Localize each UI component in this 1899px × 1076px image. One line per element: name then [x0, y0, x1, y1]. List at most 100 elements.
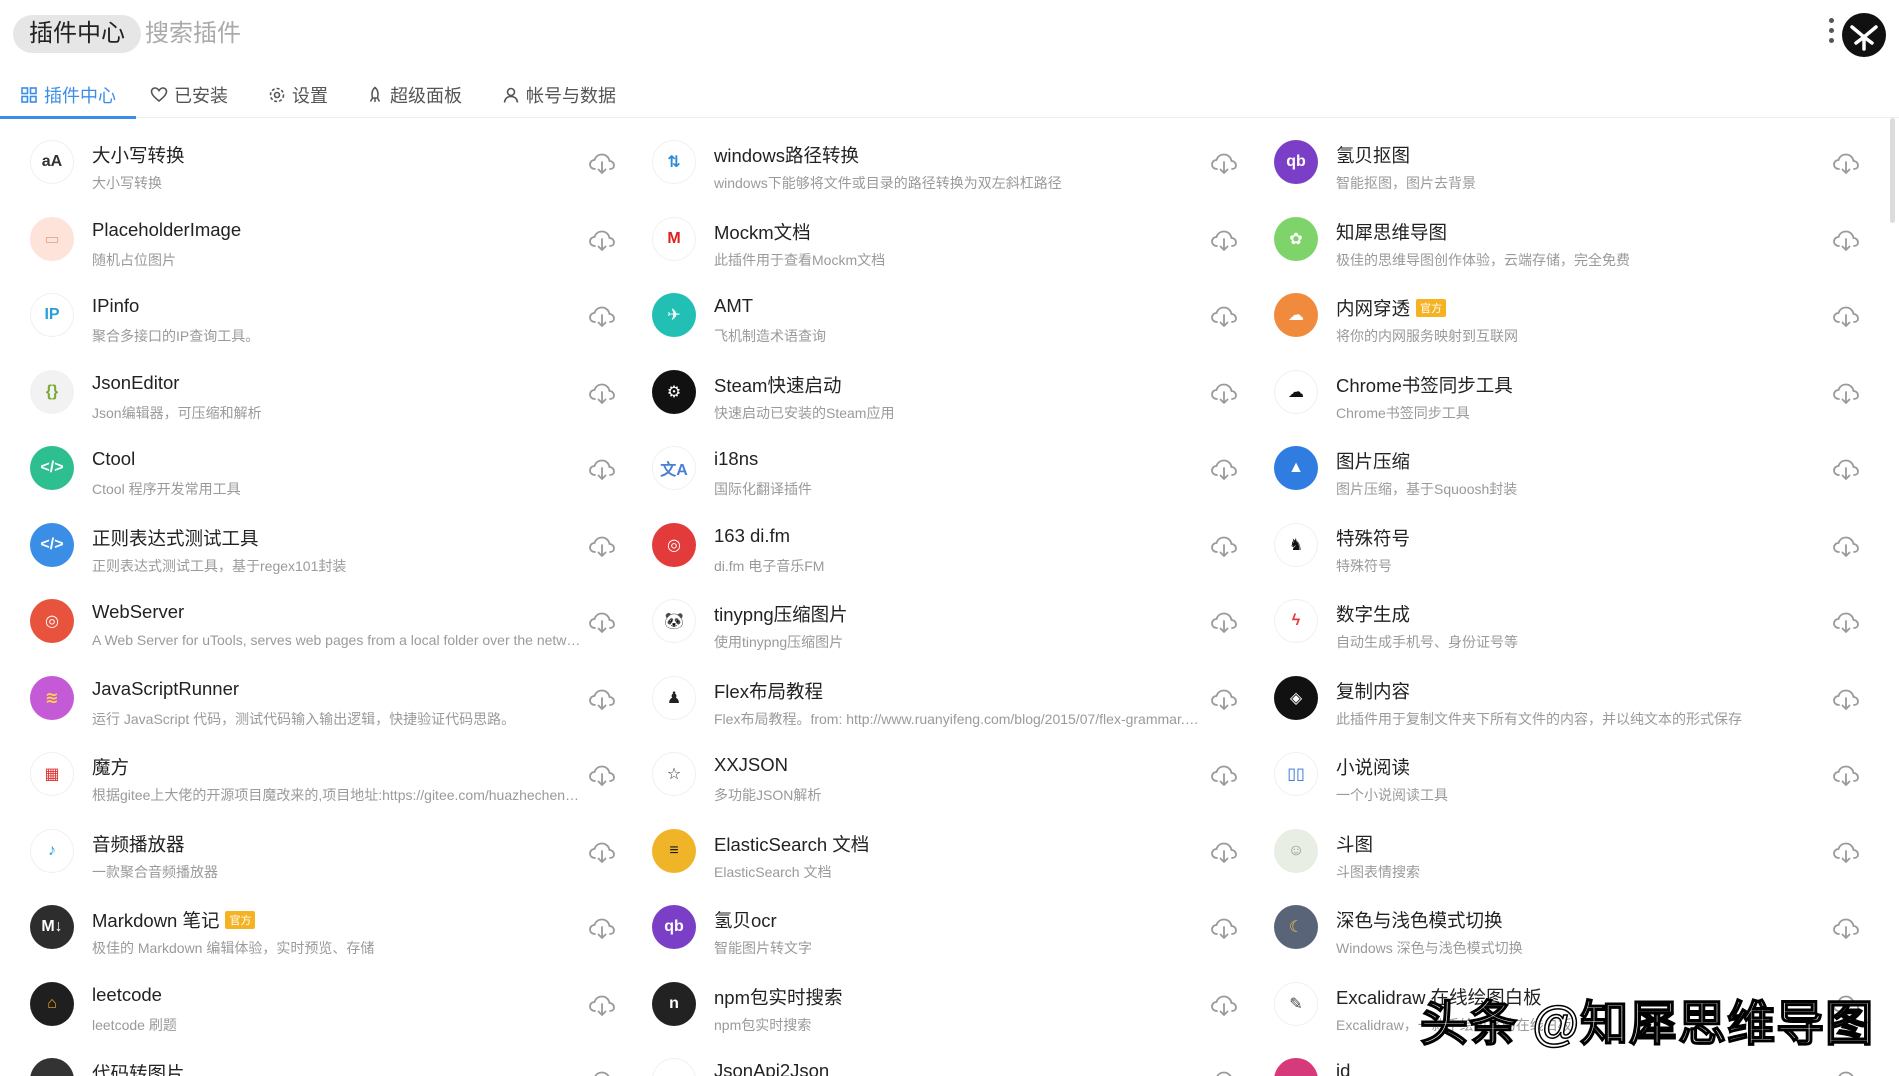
plugin-description: 使用tinypng压缩图片: [714, 634, 844, 650]
plugin-item[interactable]: </> 正则表达式测试工具 正则表达式测试工具，基于regex101封装: [2, 513, 622, 590]
plugin-description: 一款聚合音频播放器: [92, 863, 218, 880]
cloud-download-icon[interactable]: [1832, 305, 1860, 329]
plugin-description: 此插件用于复制文件夹下所有文件的内容，并以纯文本的形式保存: [1336, 710, 1742, 727]
plugin-item[interactable]: ▭ PlaceholderImage 随机占位图片: [2, 207, 622, 284]
plugin-title-text: AMT: [714, 295, 754, 316]
plugin-item[interactable]: ◎ WebServer A Web Server for uTools, serve…: [2, 589, 622, 666]
plugin-item[interactable]: qb 氢贝ocr 智能图片转文字: [624, 895, 1244, 972]
cloud-download-icon[interactable]: [1210, 382, 1238, 406]
plugin-icon: ✎: [1274, 981, 1318, 1026]
plugin-description: 极佳的思维导图创作体验，云端存储，完全免费: [1336, 251, 1630, 268]
plugin-item[interactable]: 文A i18ns 国际化翻译插件: [624, 436, 1244, 513]
cloud-download-icon[interactable]: [588, 917, 616, 941]
plugin-item[interactable]: M Mockm文档 此插件用于查看Mockm文档: [624, 207, 1244, 284]
cloud-download-icon[interactable]: [1210, 458, 1238, 482]
tab-plugin-center[interactable]: 插件中心: [0, 72, 136, 119]
plugin-item[interactable]: ☁ 内网穿透 官方 将你的内网服务映射到互联网: [1246, 283, 1866, 360]
plugin-item[interactable]: ✿ 知犀思维导图 极佳的思维导图创作体验，云端存储，完全免费: [1246, 207, 1866, 284]
cloud-download-icon[interactable]: [588, 994, 616, 1018]
cloud-download-icon[interactable]: [588, 382, 616, 406]
cloud-download-icon[interactable]: [1832, 229, 1860, 253]
plugin-item[interactable]: ♟ Flex布局教程 Flex布局教程。from: http://www.ruany…: [624, 666, 1244, 743]
plugin-item[interactable]: ϟ 数字生成 自动生成手机号、身份证号等: [1246, 589, 1866, 666]
plugin-item[interactable]: ≡ ElasticSearch 文档 ElasticSearch 文档: [624, 819, 1244, 896]
cloud-download-icon[interactable]: [588, 764, 616, 788]
cloud-download-icon[interactable]: [1832, 152, 1860, 176]
plugin-title-text: PlaceholderImage: [92, 218, 242, 240]
cloud-download-icon[interactable]: [588, 611, 616, 635]
cloud-download-icon[interactable]: [1832, 917, 1860, 941]
plugin-item[interactable]: ▲ 图片压缩 图片压缩，基于Squoosh封装: [1246, 436, 1866, 513]
plugin-item[interactable]: IP IPinfo 聚合多接口的IP查询工具。: [2, 283, 622, 360]
plugin-item[interactable]: 🐼 tinypng压缩图片 使用tinypng压缩图片: [624, 589, 1244, 666]
plugin-description: ElasticSearch 文档: [714, 863, 832, 880]
cloud-download-icon[interactable]: [1210, 688, 1238, 712]
cloud-download-icon[interactable]: [1832, 764, 1860, 788]
plugin-center-pill[interactable]: 插件中心: [13, 15, 141, 53]
plugin-item[interactable]: JsonApi2Json: [624, 1048, 1244, 1076]
cloud-download-icon[interactable]: [1210, 152, 1238, 176]
cloud-download-icon[interactable]: [588, 535, 616, 559]
plugin-item[interactable]: M↓ Markdown 笔记 官方 极佳的 Markdown 编辑体验，实时预览、存储: [2, 895, 622, 972]
scrollbar[interactable]: [1890, 118, 1895, 223]
plugin-item[interactable]: ♞ 特殊符号 特殊符号: [1246, 513, 1866, 590]
cloud-download-icon[interactable]: [1210, 917, 1238, 941]
plugin-item[interactable]: ◎ 163 di.fm di.fm 电子音乐FM: [624, 513, 1244, 590]
tab-settings[interactable]: 设置: [268, 72, 328, 118]
plugin-title: 氢贝抠图: [1336, 142, 1410, 168]
cloud-download-icon[interactable]: [1832, 688, 1860, 712]
official-badge: 官方: [225, 911, 256, 929]
plugin-item[interactable]: ⇅ windows路径转换 windows下能够将文件或目录的路径转换为双左斜杠路径: [624, 130, 1244, 207]
cloud-download-icon[interactable]: [1210, 305, 1238, 329]
cloud-download-icon[interactable]: [1832, 458, 1860, 482]
plugin-item[interactable]: ☾ 深色与浅色模式切换 Windows 深色与浅色模式切换: [1246, 895, 1866, 972]
plugin-item[interactable]: n npm包实时搜索 npm包实时搜索: [624, 972, 1244, 1049]
cloud-download-icon[interactable]: [588, 1070, 616, 1076]
plugin-item[interactable]: aA 大小写转换 大小写转换: [2, 130, 622, 207]
plugin-description: Ctool 程序开发常用工具: [92, 481, 241, 497]
cloud-download-icon[interactable]: [588, 152, 616, 176]
cloud-download-icon[interactable]: [1832, 382, 1860, 406]
plugin-item[interactable]: ⌂ leetcode leetcode 刷题: [2, 972, 622, 1049]
plugin-item[interactable]: ♪ 音频播放器 一款聚合音频播放器: [2, 819, 622, 896]
cloud-download-icon[interactable]: [588, 458, 616, 482]
plugin-item[interactable]: ⚙ Steam快速启动 快速启动已安装的Steam应用: [624, 360, 1244, 437]
cloud-download-icon[interactable]: [1832, 1070, 1860, 1076]
plugin-item[interactable]: ☺ 斗图 斗图表情搜索: [1246, 819, 1866, 896]
cloud-download-icon[interactable]: [1210, 841, 1238, 865]
plugin-title: JsonApi2Json: [714, 1060, 829, 1076]
cloud-download-icon[interactable]: [1210, 535, 1238, 559]
more-menu-icon[interactable]: [1826, 18, 1836, 50]
cloud-download-icon[interactable]: [1832, 611, 1860, 635]
cloud-download-icon[interactable]: [1210, 611, 1238, 635]
plugin-item[interactable]: ▦ 魔方 根据gitee上大佬的开源项目魔改来的,项目地址:https://gite…: [2, 742, 622, 819]
plugin-item[interactable]: ✈ AMT 飞机制造术语查询: [624, 283, 1244, 360]
plugin-item[interactable]: qb 氢贝抠图 智能抠图，图片去背景: [1246, 130, 1866, 207]
tab-installed[interactable]: 已安装: [150, 72, 228, 118]
search-input[interactable]: [145, 15, 1645, 53]
utools-logo-icon[interactable]: [1842, 13, 1886, 57]
tab-super-panel[interactable]: 超级面板: [366, 72, 462, 118]
plugin-item[interactable]: ≋ JavaScriptRunner 运行 JavaScript 代码，测试代码输入…: [2, 666, 622, 743]
cloud-download-icon[interactable]: [1210, 1070, 1238, 1076]
cloud-download-icon[interactable]: [588, 229, 616, 253]
cloud-download-icon[interactable]: [588, 305, 616, 329]
cloud-download-icon[interactable]: [1210, 229, 1238, 253]
plugin-item[interactable]: </> Ctool Ctool 程序开发常用工具: [2, 436, 622, 513]
plugin-item[interactable]: ◈ 复制内容 此插件用于复制文件夹下所有文件的内容，并以纯文本的形式保存: [1246, 666, 1866, 743]
plugin-item[interactable]: {} JsonEditor Json编辑器，可压缩和解析: [2, 360, 622, 437]
plugin-item[interactable]: ☆ XXJSON 多功能JSON解析: [624, 742, 1244, 819]
plugin-title: ElasticSearch 文档: [714, 831, 869, 857]
plugin-title: 图片压缩: [1336, 448, 1410, 474]
cloud-download-icon[interactable]: [588, 688, 616, 712]
cloud-download-icon[interactable]: [1832, 535, 1860, 559]
cloud-download-icon[interactable]: [588, 841, 616, 865]
plugin-item[interactable]: 代码转图片: [2, 1048, 622, 1076]
cloud-download-icon[interactable]: [1832, 841, 1860, 865]
cloud-download-icon[interactable]: [1210, 994, 1238, 1018]
cloud-download-icon[interactable]: [1210, 764, 1238, 788]
plugin-item[interactable]: ☁ Chrome书签同步工具 Chrome书签同步工具: [1246, 360, 1866, 437]
plugin-item[interactable]: ▯▯ 小说阅读 一个小说阅读工具: [1246, 742, 1866, 819]
tab-account-data[interactable]: 帐号与数据: [502, 72, 616, 118]
plugin-icon: ☆: [652, 752, 696, 796]
